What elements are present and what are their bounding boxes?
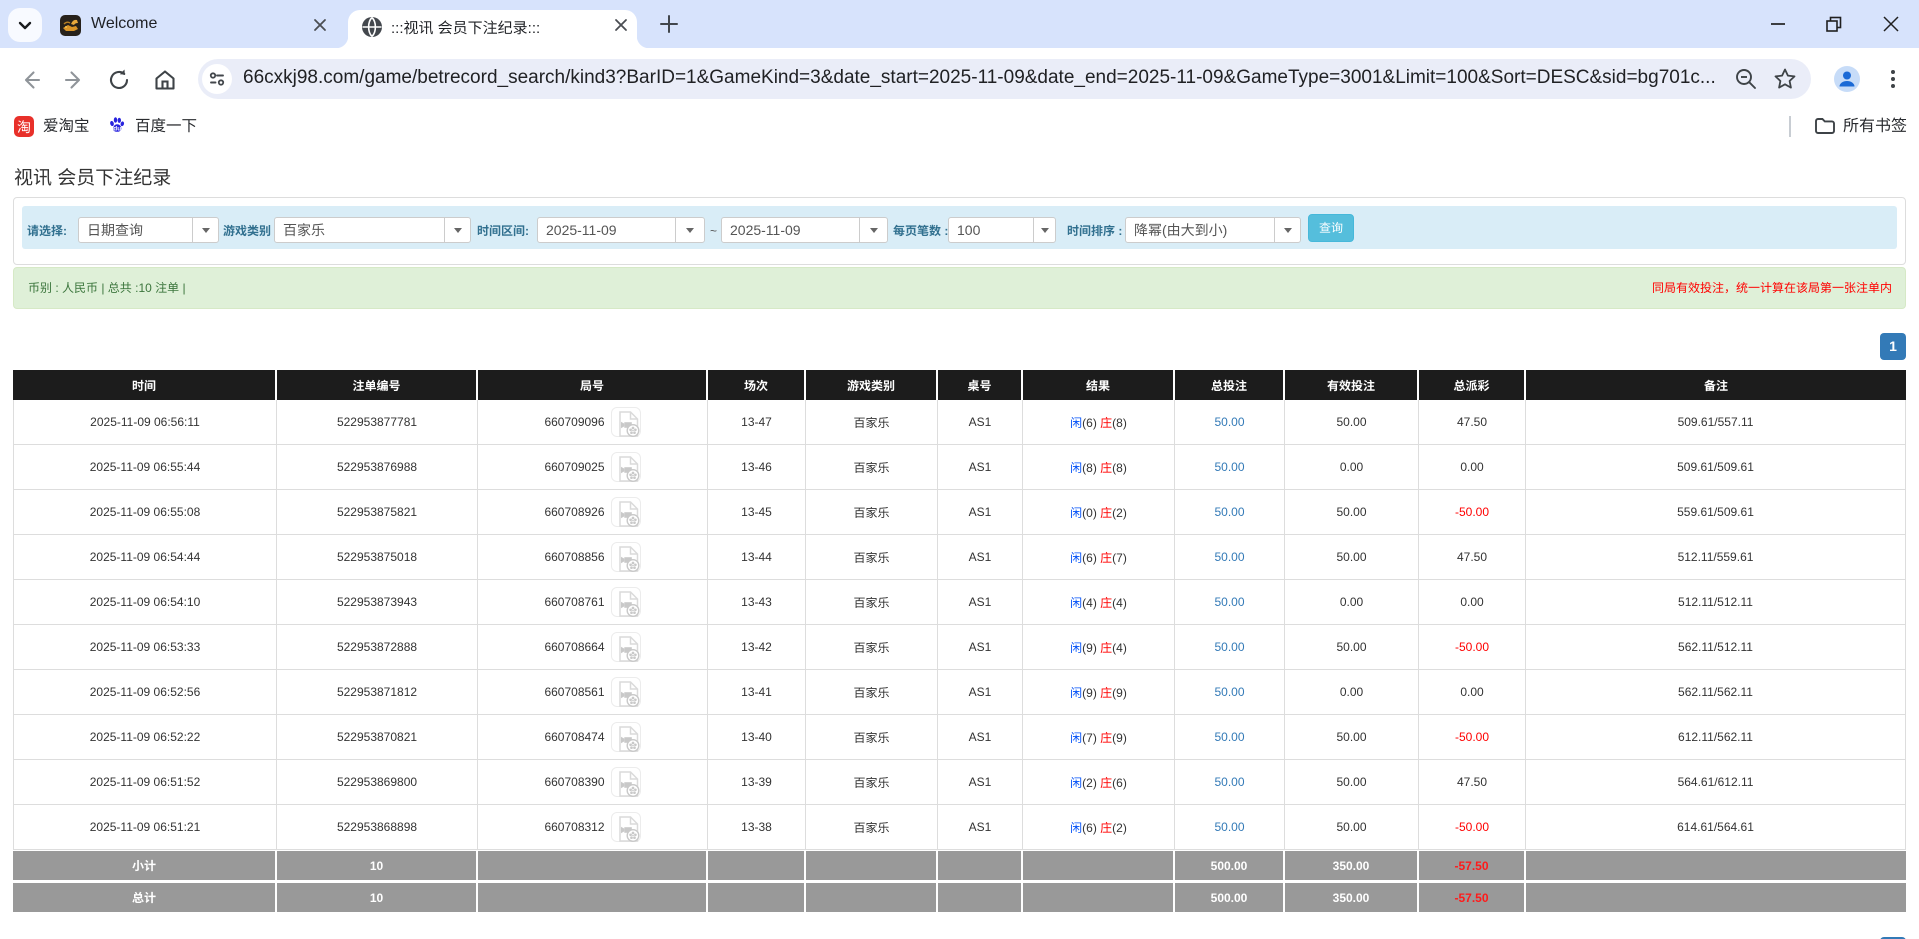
svg-text:du: du — [113, 125, 121, 132]
svg-text:淘: 淘 — [17, 117, 31, 137]
